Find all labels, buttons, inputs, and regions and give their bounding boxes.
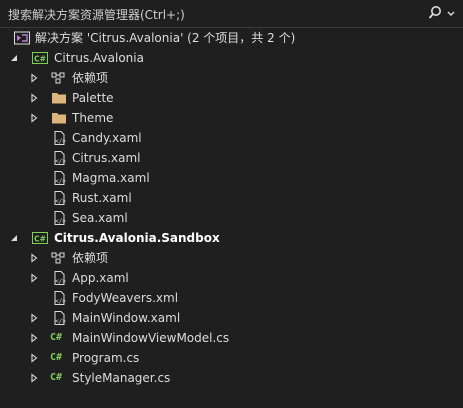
csharp-file-icon: C#	[50, 332, 63, 343]
collapsed-chevron-icon[interactable]	[29, 113, 39, 123]
svg-text:</>: </>	[55, 198, 66, 205]
collapsed-chevron-icon[interactable]	[29, 93, 39, 103]
svg-text:</>: </>	[55, 298, 66, 305]
project-label: Citrus.Avalonia.Sandbox	[54, 231, 220, 245]
svg-text:C#: C#	[34, 55, 46, 64]
xaml-file-icon: </>	[54, 151, 66, 165]
svg-text:</>: </>	[55, 178, 66, 185]
tree-item-label: StyleManager.cs	[72, 371, 171, 385]
xaml-file-icon: </>	[54, 171, 66, 185]
dependencies-icon	[51, 72, 65, 84]
xaml-file-icon: </>	[54, 311, 66, 325]
svg-text:</>: </>	[55, 278, 66, 285]
collapsed-chevron-icon[interactable]	[29, 73, 39, 83]
tree-item-label: Magma.xaml	[72, 171, 150, 185]
tree-item-dependencies[interactable]: 依赖项	[0, 248, 463, 268]
tree-item-file[interactable]: </> MainWindow.xaml	[0, 308, 463, 328]
search-options-dropdown-icon[interactable]	[445, 6, 457, 20]
collapsed-chevron-icon[interactable]	[29, 253, 39, 263]
tree-item-file[interactable]: </> Candy.xaml	[0, 128, 463, 148]
tree-item-file[interactable]: C# MainWindowViewModel.cs	[0, 328, 463, 348]
xaml-file-icon: </>	[54, 271, 66, 285]
dependencies-icon	[51, 252, 65, 264]
tree-item-label: 依赖项	[72, 251, 109, 265]
csharp-file-icon: C#	[50, 352, 63, 363]
svg-text:C#: C#	[34, 235, 46, 244]
project-node-citrus-avalonia-sandbox[interactable]: C# Citrus.Avalonia.Sandbox	[0, 228, 463, 248]
tree-item-dependencies[interactable]: 依赖项	[0, 68, 463, 88]
csharp-file-icon: C#	[50, 372, 63, 383]
search-icon[interactable]	[428, 5, 442, 21]
tree-item-file[interactable]: </> Magma.xaml	[0, 168, 463, 188]
project-label: Citrus.Avalonia	[54, 51, 144, 65]
expanded-chevron-icon[interactable]	[9, 233, 19, 243]
tree-item-file[interactable]: </> FodyWeavers.xml	[0, 288, 463, 308]
tree-item-label: 依赖项	[72, 71, 109, 85]
collapsed-chevron-icon[interactable]	[29, 273, 39, 283]
tree-item-label: FodyWeavers.xml	[72, 291, 179, 305]
svg-text:</>: </>	[55, 138, 66, 145]
collapsed-chevron-icon[interactable]	[29, 353, 39, 363]
tree-item-folder-palette[interactable]: Palette	[0, 88, 463, 108]
csharp-project-icon: C#	[32, 232, 48, 244]
csharp-project-icon: C#	[32, 52, 48, 64]
tree-item-label: Palette	[72, 91, 114, 105]
tree-item-folder-theme[interactable]: Theme	[0, 108, 463, 128]
tree-item-file[interactable]: </> Citrus.xaml	[0, 148, 463, 168]
expanded-chevron-icon[interactable]	[9, 53, 19, 63]
folder-icon	[52, 93, 66, 104]
collapsed-chevron-icon[interactable]	[29, 373, 39, 383]
svg-text:</>: </>	[55, 158, 66, 165]
tree-item-file[interactable]: C# Program.cs	[0, 348, 463, 368]
tree-item-label: App.xaml	[72, 271, 129, 285]
xaml-file-icon: </>	[54, 211, 66, 225]
collapsed-chevron-icon[interactable]	[29, 333, 39, 343]
collapsed-chevron-icon[interactable]	[29, 313, 39, 323]
tree-item-file[interactable]: C# StyleManager.cs	[0, 368, 463, 388]
search-bar: 搜索解决方案资源管理器(Ctrl+;)	[0, 0, 463, 28]
xaml-file-icon: </>	[54, 191, 66, 205]
tree-item-file[interactable]: </> App.xaml	[0, 268, 463, 288]
solution-node[interactable]: 解决方案 'Citrus.Avalonia' (2 个项目，共 2 个)	[0, 28, 463, 48]
tree-item-label: Theme	[72, 111, 114, 125]
tree-item-label: MainWindowViewModel.cs	[72, 331, 230, 345]
solution-label: 解决方案 'Citrus.Avalonia' (2 个项目，共 2 个)	[35, 31, 296, 45]
folder-icon	[52, 113, 66, 124]
solution-icon	[14, 31, 30, 45]
search-input[interactable]: 搜索解决方案资源管理器(Ctrl+;)	[8, 6, 408, 23]
tree-item-label: Candy.xaml	[72, 131, 142, 145]
svg-text:</>: </>	[55, 218, 66, 225]
svg-text:</>: </>	[55, 318, 66, 325]
xml-file-icon: </>	[54, 291, 66, 305]
xaml-file-icon: </>	[54, 131, 66, 145]
tree-item-label: Sea.xaml	[72, 211, 128, 225]
project-node-citrus-avalonia[interactable]: C# Citrus.Avalonia	[0, 48, 463, 68]
tree-item-label: Rust.xaml	[72, 191, 132, 205]
tree-item-label: MainWindow.xaml	[72, 311, 181, 325]
tree-item-label: Citrus.xaml	[72, 151, 141, 165]
tree-item-label: Program.cs	[72, 351, 140, 365]
tree-item-file[interactable]: </> Sea.xaml	[0, 208, 463, 228]
tree-item-file[interactable]: </> Rust.xaml	[0, 188, 463, 208]
